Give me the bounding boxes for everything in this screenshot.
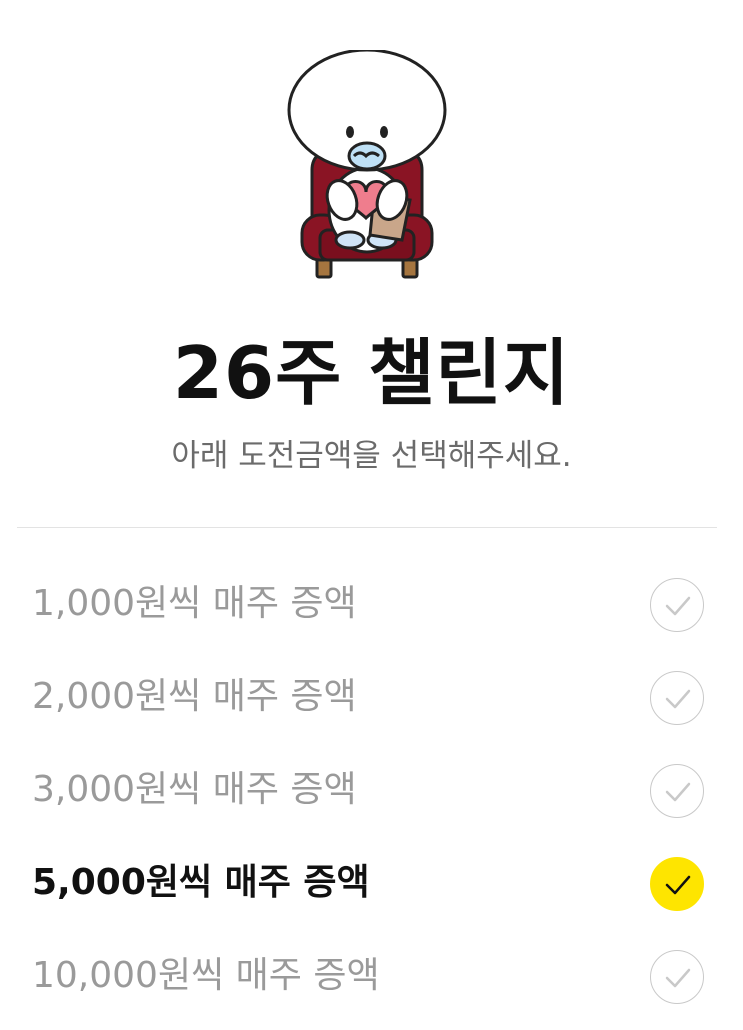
page-title: 26주 챌린지 [172, 331, 571, 415]
option-label: 5,000원씩 매주 증액 [32, 862, 370, 903]
check-button[interactable] [650, 950, 704, 1004]
amount-option-10000[interactable]: 10,000원씩 매주 증액 [0, 930, 743, 1023]
option-label: 10,000원씩 매주 증액 [32, 955, 380, 996]
check-icon [665, 968, 691, 988]
option-label: 2,000원씩 매주 증액 [32, 676, 357, 717]
check-icon [665, 689, 691, 709]
amount-option-list: 1,000원씩 매주 증액 2,000원씩 매주 증액 3,000원씩 매주 증… [0, 558, 743, 1023]
check-icon [665, 596, 691, 616]
amount-option-3000[interactable]: 3,000원씩 매주 증액 [0, 744, 743, 837]
hero-section [0, 0, 743, 300]
check-button[interactable] [650, 857, 704, 911]
check-button[interactable] [650, 578, 704, 632]
option-label: 1,000원씩 매주 증액 [32, 583, 357, 624]
option-label: 3,000원씩 매주 증액 [32, 769, 357, 810]
amount-option-2000[interactable]: 2,000원씩 매주 증액 [0, 651, 743, 744]
page-subtitle: 아래 도전금액을 선택해주세요. [171, 438, 572, 474]
check-icon [665, 875, 691, 895]
amount-option-5000[interactable]: 5,000원씩 매주 증액 [0, 837, 743, 930]
amount-option-1000[interactable]: 1,000원씩 매주 증액 [0, 558, 743, 651]
mascot-illustration [287, 50, 447, 279]
check-button[interactable] [650, 671, 704, 725]
divider [17, 527, 717, 528]
check-icon [665, 782, 691, 802]
check-button[interactable] [650, 764, 704, 818]
